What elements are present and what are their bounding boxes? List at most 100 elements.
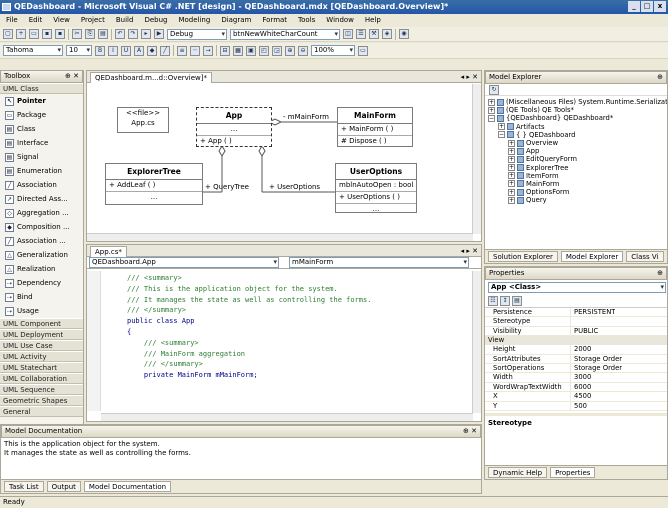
property-value[interactable]: 500 — [571, 402, 587, 410]
property-row[interactable]: Visibility PUBLIC — [485, 326, 667, 337]
tab-properties[interactable]: Properties — [550, 467, 596, 478]
undo-icon[interactable]: ↶ — [115, 29, 125, 39]
tree-node[interactable]: + MainForm — [488, 180, 667, 188]
font-combo[interactable]: Tahoma — [3, 45, 63, 56]
menu-edit[interactable]: Edit — [29, 14, 43, 26]
menu-diagram[interactable]: Diagram — [221, 14, 251, 26]
class-mainform[interactable]: MainForm + MainForm ( ) # Dispose ( ) — [337, 107, 413, 147]
package-node[interactable]: <<file>> App.cs — [117, 107, 169, 133]
pin-icon[interactable]: ⊕ — [657, 72, 663, 83]
tab-model-explorer[interactable]: Model Explorer — [560, 251, 624, 262]
align-icon[interactable]: ⊟ — [220, 45, 230, 56]
property-row[interactable]: Y 500 — [485, 401, 667, 411]
property-row[interactable]: X 4500 — [485, 392, 667, 402]
refresh-icon[interactable]: ↻ — [489, 85, 499, 95]
tree-node[interactable]: + OptionsForm — [488, 188, 667, 196]
tool-association[interactable]: ╱ Association — [0, 178, 83, 192]
collapse-icon[interactable]: − — [498, 131, 505, 139]
layout-icon[interactable]: ▦ — [233, 45, 243, 56]
model-tree[interactable]: + (Miscellaneous Files) System.Runtime.Se… — [485, 96, 667, 204]
toolbox-category[interactable]: UML Use Case — [0, 340, 83, 351]
menu-tools[interactable]: Tools — [298, 14, 315, 26]
code-body[interactable]: /// <summary> /// This is the applicatio… — [127, 273, 371, 381]
property-value[interactable]: 6000 — [571, 383, 591, 391]
toolbox-category[interactable]: General — [0, 406, 83, 417]
alphabetical-icon[interactable]: ↕ — [500, 296, 510, 306]
open-icon[interactable]: ▭ — [29, 29, 39, 39]
underline-icon[interactable]: U — [121, 45, 131, 56]
tool-aggregation[interactable]: ◇ Aggregation ... — [0, 206, 83, 220]
maximize-button[interactable]: □ — [641, 1, 653, 12]
tool-signal[interactable]: ▤ Signal — [0, 150, 83, 164]
expand-icon[interactable]: + — [508, 155, 515, 163]
tab-app-cs[interactable]: App.cs* — [90, 246, 127, 257]
model-icon[interactable]: ◉ — [399, 29, 409, 39]
categorized-icon[interactable]: ☷ — [488, 296, 498, 306]
close-button[interactable]: x — [654, 1, 666, 12]
tree-node[interactable]: + ItemForm — [488, 172, 667, 180]
toolbox-category[interactable]: Geometric Shapes — [0, 395, 83, 406]
diagram-vertical-scrollbar[interactable] — [472, 84, 481, 234]
pin-icon[interactable]: ⊕ — [657, 268, 663, 279]
redo-icon[interactable]: ↷ — [128, 29, 138, 39]
toolbox-category[interactable]: UML Collaboration — [0, 373, 83, 384]
tool-interface[interactable]: ▤ Interface — [0, 136, 83, 150]
tree-node[interactable]: + App — [488, 147, 667, 155]
property-value[interactable]: 4500 — [571, 392, 591, 400]
property-row[interactable]: Height 2000 — [485, 345, 667, 355]
tree-node[interactable]: + (QE Tools) QE Tools* — [488, 106, 667, 114]
tool-class[interactable]: ▤ Class — [0, 122, 83, 136]
toolbox-category[interactable]: UML Statechart — [0, 362, 83, 373]
tool-bind[interactable]: ⇢ Bind — [0, 290, 83, 304]
expand-icon[interactable]: + — [508, 147, 515, 155]
tool-composition[interactable]: ◆ Composition ... — [0, 220, 83, 234]
menu-build[interactable]: Build — [116, 14, 134, 26]
tab-task-list[interactable]: Task List — [4, 481, 44, 492]
save-all-icon[interactable]: ▪ — [55, 29, 65, 39]
zoom-combo[interactable]: 100% — [311, 45, 355, 56]
menu-project[interactable]: Project — [81, 14, 105, 26]
object-selector[interactable]: App <Class> — [488, 282, 666, 293]
pin-close-icon[interactable]: ⊕ ✕ — [463, 426, 477, 437]
tab-output[interactable]: Output — [46, 481, 81, 492]
tab-model-documentation[interactable]: Model Documentation — [83, 481, 172, 492]
line-style-icon[interactable]: ┄ — [190, 45, 200, 56]
zoom-in-icon[interactable]: ⊕ — [285, 45, 295, 56]
property-row[interactable]: Stereotype — [485, 317, 667, 327]
tab-dynamic-help[interactable]: Dynamic Help — [488, 467, 548, 478]
toolbox-icon[interactable]: ⚒ — [369, 29, 379, 39]
tool-dependency[interactable]: ⇢ Dependency — [0, 276, 83, 290]
new-project-icon[interactable]: ▢ — [3, 29, 13, 39]
font-color-icon[interactable]: A — [134, 45, 144, 56]
expand-icon[interactable]: + — [498, 123, 505, 131]
italic-icon[interactable]: I — [108, 45, 118, 56]
class-view-icon[interactable]: ◈ — [382, 29, 392, 39]
diagram-horizontal-scrollbar[interactable] — [87, 233, 473, 241]
tool-directed-association[interactable]: ↗ Directed Ass... — [0, 192, 83, 206]
copy-icon[interactable]: ⎘ — [85, 29, 95, 39]
pin-close-icon[interactable]: ⊕ ✕ — [65, 71, 79, 82]
code-vertical-scrollbar[interactable] — [472, 271, 481, 413]
save-icon[interactable]: ▪ — [42, 29, 52, 39]
tree-node[interactable]: − { } QEDashboard — [488, 131, 667, 139]
tool-realization[interactable]: △ Realization — [0, 262, 83, 276]
tree-node[interactable]: + ExplorerTree — [488, 164, 667, 172]
tree-node[interactable]: + EditQueryForm — [488, 155, 667, 163]
expand-icon[interactable]: + — [508, 172, 515, 180]
configuration-combo[interactable]: Debug — [167, 28, 227, 40]
class-useroptions[interactable]: UserOptions mblnAutoOpen : bool + UserOp… — [335, 163, 417, 213]
font-size-combo[interactable]: 10 — [66, 45, 92, 56]
paste-icon[interactable]: ▤ — [98, 29, 108, 39]
tab-diagram[interactable]: QEDashboard.m...d::Overview]* — [90, 72, 212, 83]
code-editor[interactable]: App.cs* ◂ ▸ ✕ QEDashboard.App mMainForm … — [86, 244, 482, 422]
properties-icon[interactable]: ☰ — [356, 29, 366, 39]
connector-icon[interactable]: → — [203, 45, 213, 56]
tree-node[interactable]: − {QEDashboard} QEDashboard* — [488, 114, 667, 122]
toolbox-category[interactable]: UML Deployment — [0, 329, 83, 340]
property-value[interactable]: 2000 — [571, 345, 591, 353]
class-app[interactable]: App ... + App ( ) — [196, 107, 272, 147]
code-horizontal-scrollbar[interactable] — [101, 413, 473, 421]
menu-help[interactable]: Help — [365, 14, 381, 26]
documentation-text[interactable]: This is the application object for the s… — [1, 438, 481, 459]
property-value[interactable] — [571, 317, 574, 325]
